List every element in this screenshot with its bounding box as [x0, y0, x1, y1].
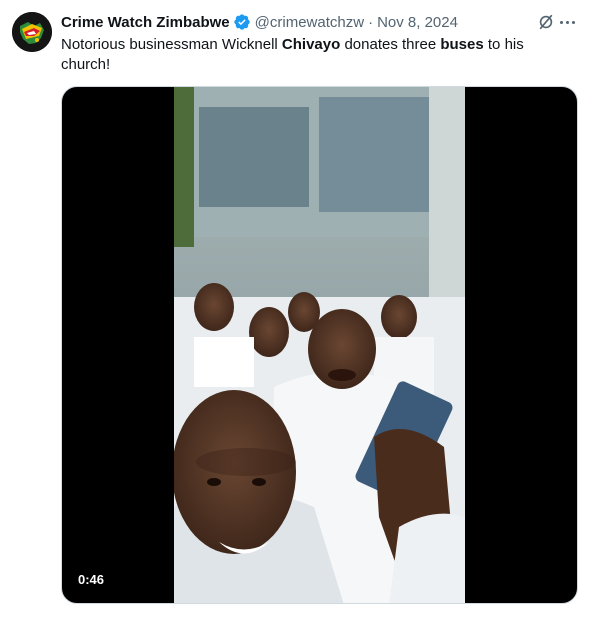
- tweet-header: Crime Watch Zimbabwe @crimewatchzw · Nov…: [61, 11, 579, 33]
- author-handle[interactable]: @crimewatchzw: [255, 14, 364, 31]
- tweet-text-bold-buses: buses: [440, 36, 484, 53]
- avatar[interactable]: [12, 12, 52, 52]
- tweet-text-bold-name: Chivayo: [281, 36, 341, 53]
- tweet-text-part: donates three: [340, 36, 441, 53]
- tweet-text-part: Notorious businessman Wicknell: [61, 36, 282, 53]
- tweet[interactable]: Crime Watch Zimbabwe @crimewatchzw · Nov…: [0, 0, 591, 618]
- video-thumbnail[interactable]: [174, 87, 465, 603]
- more-icon[interactable]: [557, 13, 577, 31]
- separator-dot: ·: [368, 13, 374, 31]
- tweet-text: Notorious businessman Wicknell Chivayo d…: [61, 35, 561, 75]
- tweet-timestamp[interactable]: Nov 8, 2024: [377, 14, 458, 31]
- video-duration: 0:46: [78, 572, 105, 587]
- crime-watch-logo-icon: [12, 12, 52, 52]
- author-name[interactable]: Crime Watch Zimbabwe: [61, 14, 230, 31]
- verified-badge-icon[interactable]: [233, 13, 251, 31]
- video-player[interactable]: 0:46: [61, 86, 578, 604]
- grok-icon[interactable]: [537, 13, 555, 31]
